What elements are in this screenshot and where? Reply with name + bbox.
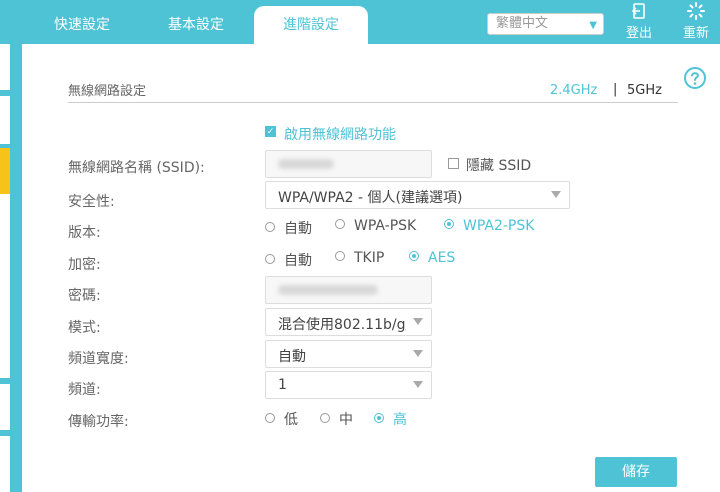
tab-quick-setup[interactable]: 快速設定 [30, 6, 134, 44]
top-navigation-bar: 快速設定 基本設定 進階設定 繁體中文 ▼ 登出 重新 [0, 0, 720, 44]
mode-select-value: 混合使用802.11b/g/n [278, 317, 406, 333]
tx-power-medium-radio[interactable]: 中 [320, 409, 353, 429]
encryption-aes-radio[interactable]: AES [409, 250, 455, 266]
sidebar-item-selected[interactable] [0, 148, 10, 194]
reboot-button[interactable]: 重新 [674, 0, 718, 41]
sidebar-item[interactable] [0, 44, 10, 90]
chevron-down-icon: ▼ [589, 20, 597, 31]
security-label: 安全性: [68, 194, 115, 210]
band-2-4ghz-link[interactable]: 2.4GHz [550, 83, 597, 98]
hide-ssid-label: 隱藏 SSID [466, 158, 532, 174]
hide-ssid-checkbox[interactable] [448, 158, 459, 169]
bandwidth-select-value: 自動 [278, 349, 306, 365]
language-select-value: 繁體中文 [496, 16, 549, 31]
password-input[interactable] [265, 276, 432, 304]
version-label: 版本: [68, 225, 101, 241]
language-select[interactable]: 繁體中文 ▼ [487, 13, 604, 35]
mode-select[interactable]: 混合使用802.11b/g/n [265, 308, 432, 336]
reboot-icon [674, 2, 718, 22]
tab-advanced[interactable]: 進階設定 [254, 6, 368, 44]
logout-button[interactable]: 登出 [618, 0, 660, 41]
version-wpa-psk-radio[interactable]: WPA-PSK [335, 218, 416, 234]
mode-label: 模式: [68, 320, 101, 336]
ssid-input[interactable] [265, 150, 432, 178]
logout-icon [618, 2, 660, 22]
sidebar-item[interactable] [0, 194, 10, 378]
divider [68, 102, 678, 103]
channel-select-value: 1 [278, 377, 287, 393]
chevron-down-icon [413, 381, 423, 388]
bandwidth-select[interactable]: 自動 [265, 340, 432, 368]
ssid-label: 無線網路名稱 (SSID): [68, 160, 205, 176]
channel-label: 頻道: [68, 382, 101, 398]
version-wpa2-psk-radio[interactable]: WPA2-PSK [444, 218, 534, 234]
encryption-auto-radio[interactable]: 自動 [265, 250, 312, 270]
security-select-value: WPA/WPA2 - 個人(建議選項) [278, 190, 463, 206]
tx-power-label: 傳輸功率: [68, 414, 129, 430]
encryption-label: 加密: [68, 257, 101, 273]
enable-wireless-checkbox[interactable]: ✓ [265, 126, 276, 137]
sidebar-item[interactable] [0, 384, 10, 430]
help-icon[interactable] [683, 66, 707, 90]
save-button[interactable]: 儲存 [595, 457, 677, 487]
enable-wireless-label: 啟用無線網路功能 [284, 127, 396, 143]
tab-basic[interactable]: 基本設定 [143, 6, 249, 44]
chevron-down-icon [551, 191, 561, 198]
band-separator: | [613, 82, 618, 97]
band-5ghz-link[interactable]: 5GHz [627, 83, 662, 98]
bandwidth-label: 頻道寬度: [68, 351, 129, 367]
sidebar-item[interactable] [0, 436, 10, 492]
reboot-label: 重新 [682, 26, 709, 41]
password-value-redacted [278, 285, 378, 295]
tx-power-high-radio[interactable]: 高 [374, 409, 407, 429]
chevron-down-icon [413, 318, 423, 325]
tx-power-low-radio[interactable]: 低 [265, 409, 298, 429]
logout-label: 登出 [625, 26, 652, 41]
ssid-value-redacted [278, 159, 334, 169]
sidebar [0, 44, 22, 492]
security-select[interactable]: WPA/WPA2 - 個人(建議選項) [265, 181, 570, 209]
version-auto-radio[interactable]: 自動 [265, 218, 312, 238]
section-title: 無線網路設定 [68, 84, 147, 99]
channel-select[interactable]: 1 [265, 371, 432, 399]
sidebar-item[interactable] [0, 96, 10, 144]
chevron-down-icon [413, 350, 423, 357]
encryption-tkip-radio[interactable]: TKIP [335, 250, 384, 266]
password-label: 密碼: [68, 288, 101, 304]
